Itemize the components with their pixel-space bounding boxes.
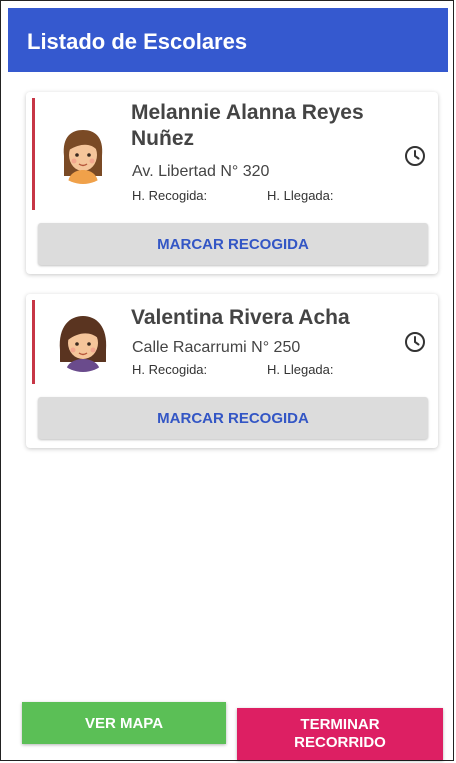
arrival-time-label: H. Llegada:: [267, 188, 334, 203]
status-accent-bar: [32, 300, 35, 384]
student-card: Melannie Alanna Reyes Nuñez Av. Libertad…: [26, 92, 438, 274]
avatar: [52, 310, 114, 372]
times-row: H. Recogida: H. Llegada:: [132, 188, 334, 203]
arrival-time-label: H. Llegada:: [267, 362, 334, 377]
pickup-time-label: H. Recogida:: [132, 188, 208, 203]
student-name: Melannie Alanna Reyes Nuñez: [131, 101, 364, 150]
student-address: Calle Racarrumi N° 250: [132, 339, 301, 356]
clock-icon[interactable]: [403, 144, 427, 168]
mark-pickup-button[interactable]: MARCAR RECOGIDA: [38, 397, 428, 439]
student-card: Valentina Rivera Acha Calle Racarrumi N°…: [26, 294, 438, 448]
student-address: Av. Libertad N° 320: [132, 163, 270, 180]
clock-icon[interactable]: [403, 330, 427, 354]
student-list: Melannie Alanna Reyes Nuñez Av. Libertad…: [8, 72, 448, 702]
times-row: H. Recogida: H. Llegada:: [132, 362, 334, 377]
page-title: Listado de Escolares: [27, 29, 248, 54]
student-name: Valentina Rivera Acha: [131, 306, 350, 329]
status-accent-bar: [32, 98, 35, 210]
app-bar: Listado de Escolares: [8, 8, 448, 72]
end-route-label-line2: RECORRIDO: [294, 734, 386, 751]
mark-pickup-button[interactable]: MARCAR RECOGIDA: [38, 223, 428, 265]
avatar: [52, 122, 114, 184]
pickup-time-label: H. Recogida:: [132, 362, 208, 377]
end-route-button[interactable]: TERMINAR RECORRIDO: [237, 708, 443, 760]
end-route-label-line1: TERMINAR: [300, 716, 380, 733]
view-map-button[interactable]: VER MAPA: [22, 702, 226, 744]
